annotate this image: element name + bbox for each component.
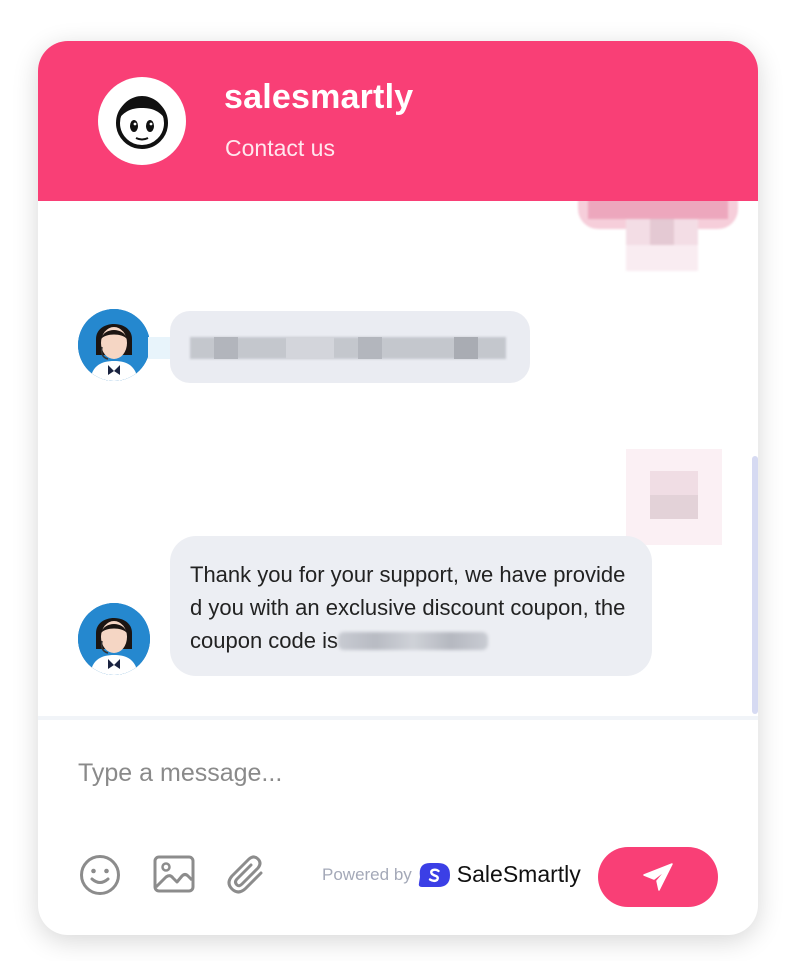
agent-photo: [78, 309, 150, 381]
visitor-message-redacted: [578, 201, 738, 279]
chat-header: salesmartly Contact us: [38, 41, 758, 201]
message-list[interactable]: Thank you for your support, we have prov…: [38, 201, 758, 719]
header-avatar: [98, 77, 186, 165]
send-button[interactable]: [598, 847, 718, 907]
message-input[interactable]: [78, 753, 698, 793]
page-title: salesmartly: [224, 78, 414, 116]
attach-file-button[interactable]: [224, 853, 268, 897]
cartoon-face-icon: [116, 96, 168, 149]
agent-message-redacted: [148, 311, 530, 383]
paperclip-icon: [227, 855, 263, 894]
agent-photo: [78, 603, 150, 675]
chat-widget: salesmartly Contact us Thank you for you…: [38, 41, 758, 935]
emoji-button[interactable]: [78, 853, 122, 897]
powered-by: Powered by SaleSmartly: [322, 861, 581, 888]
divider: [38, 716, 758, 720]
image-upload-button[interactable]: [152, 853, 196, 897]
agent-avatar: [78, 309, 150, 381]
scrollbar[interactable]: [752, 456, 758, 714]
paper-plane-icon: [643, 863, 673, 891]
smiley-icon: [80, 855, 120, 895]
agent-avatar: [78, 603, 150, 675]
salesmartly-logo-icon: [418, 862, 450, 887]
header-subtitle: Contact us: [225, 135, 335, 161]
brand-name: SaleSmartly: [456, 861, 581, 887]
powered-by-label: Powered by: [322, 864, 412, 884]
coupon-code-redacted: [338, 632, 488, 650]
image-icon: [153, 855, 195, 893]
agent-message-bubble: Thank you for your support, we have prov…: [170, 536, 652, 676]
